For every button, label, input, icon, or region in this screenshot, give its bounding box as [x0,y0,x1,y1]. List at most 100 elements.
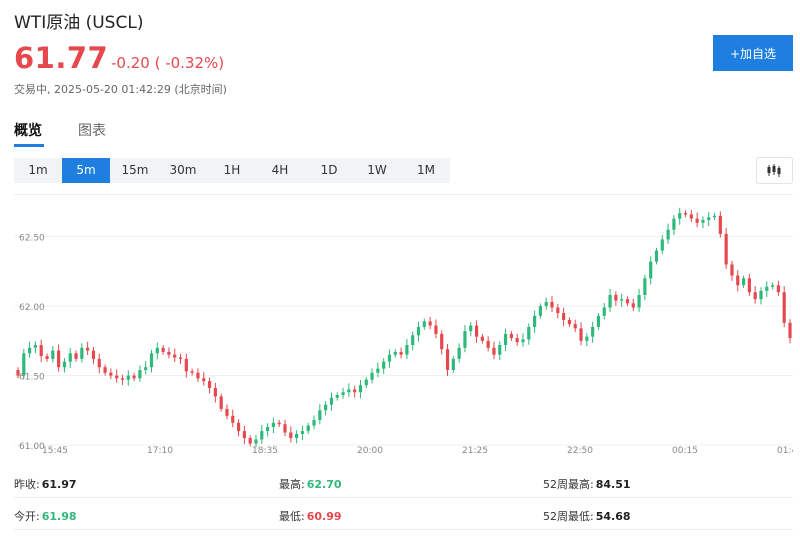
chart-type-button[interactable] [756,157,793,184]
candle-body [213,388,217,397]
candle-body [277,422,281,425]
candle [45,353,49,362]
candle-body [242,431,246,439]
stat-high: 最高: 62.70 [279,476,342,492]
candle-body [347,389,351,393]
candle-body [683,213,688,215]
candle-body [701,220,705,223]
candle-body [219,396,223,409]
price-chart-svg: 61.0061.5062.0062.5015:45 17:10 18:35 20:00… [14,207,793,456]
timeframe-4h[interactable]: 4H [256,158,304,183]
candle-body [353,389,357,393]
candle-body [666,229,670,240]
candle [161,345,165,355]
candle-body [149,353,154,368]
candle-body [440,333,444,350]
candle [236,419,241,437]
candle-body [422,321,426,327]
candle-body [776,285,780,293]
candle [620,293,624,307]
candle-body [451,358,455,370]
candle-body [271,422,275,427]
timeframe-1d[interactable]: 1D [305,158,353,183]
x-tick-label: 22:50 [567,446,593,456]
candle-body [515,338,519,343]
candle [51,346,55,363]
candle-body [126,375,130,380]
candle [416,321,421,342]
timeframe-1m[interactable]: 1m [14,158,62,183]
candle-body [86,347,90,351]
candle [666,223,670,244]
y-tick-label: 61.50 [19,373,45,383]
candle-body [68,353,72,362]
price-chart[interactable]: 61.00 61.50 62.00 62.50 15:45 17:10 18:35 20:00… [14,194,793,457]
candle-body [120,378,125,380]
candle [190,368,194,376]
candle-body [184,358,188,372]
candle [596,313,601,330]
candle [86,341,90,355]
timeframe-1h[interactable]: 1H [208,158,256,183]
trading-status: 交易中, 2025-05-20 01:42:29 (北京时间) [14,83,227,96]
candle-body [712,215,717,218]
timeframe-5m[interactable]: 5m [62,158,110,183]
candle [614,291,618,306]
candle [341,387,345,399]
candle [202,372,206,386]
candle-body [329,397,334,405]
y-tick-label: 62.50 [19,234,45,244]
candle-body [759,290,763,300]
candle-body [741,278,746,286]
candle-body [283,424,287,433]
candle-body [544,301,548,307]
candle-body [62,361,67,368]
candle [260,425,264,444]
candle-body [318,410,322,420]
add-watchlist-button[interactable]: +加自选 [713,35,793,71]
candle [463,325,467,353]
candle [62,358,67,373]
timeframe-1w[interactable]: 1W [353,158,401,183]
timeframe-1mo[interactable]: 1M [402,158,450,183]
candle-body [155,347,159,354]
timeframe-15m[interactable]: 15m [111,158,159,183]
candle [132,372,136,382]
candle-body [602,307,606,316]
candle [770,282,775,290]
candle [184,353,188,378]
candle-body [358,385,363,393]
tab-overview[interactable]: 概览 [14,120,42,140]
candle-body [207,381,212,389]
candle-body [480,336,484,341]
candle-body [161,347,165,352]
candle [521,333,525,347]
candle [376,362,380,378]
candle [480,333,484,344]
timeframe-selector: 1m 5m 15m 30m 1H 4H 1D 1W 1M [14,158,450,183]
candle-body [707,217,711,220]
candle-body [265,426,270,432]
candle [759,287,763,305]
candle-body [115,375,119,379]
tab-chart[interactable]: 图表 [78,120,106,140]
candle-body [393,351,397,355]
candle [74,350,78,362]
candle-body [434,325,438,334]
candle-body [80,347,84,359]
candle [736,270,740,292]
candle [242,425,246,445]
candle-body [306,425,310,432]
candle [312,415,316,430]
candle [434,319,438,339]
stat-value: 54.68 [595,510,631,523]
candle [440,330,444,355]
candle [219,393,223,412]
candle-body [591,326,595,337]
candle-body [167,351,171,355]
candle-body [573,324,577,329]
candle-body [695,218,699,223]
candle [178,353,183,365]
timeframe-30m[interactable]: 30m [159,158,207,183]
candle [103,364,107,376]
